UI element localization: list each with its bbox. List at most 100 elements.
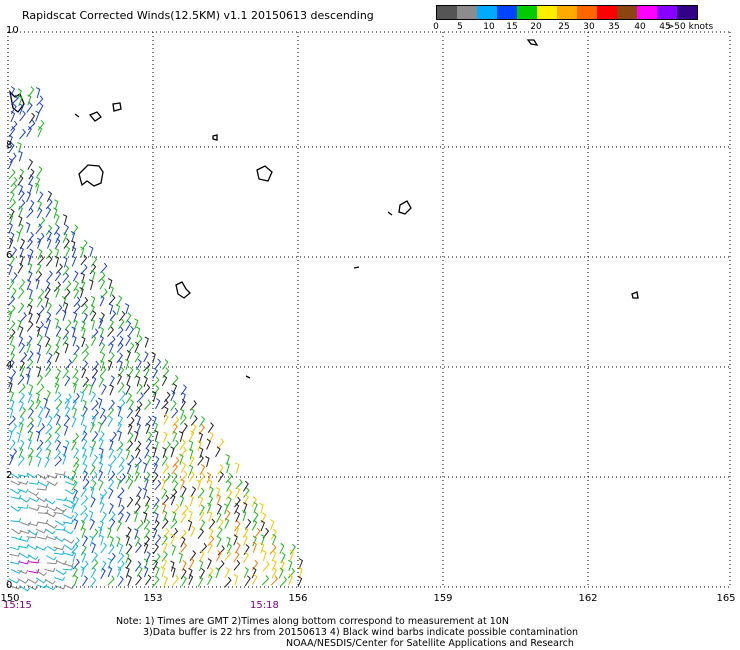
- wind-barb: [108, 294, 116, 305]
- wind-barb: [62, 519, 74, 525]
- wind-barb: [181, 485, 187, 497]
- wind-barb: [43, 397, 48, 409]
- wind-barb: [54, 213, 60, 225]
- wind-barb: [36, 296, 43, 308]
- island-outlines: [8, 39, 639, 379]
- wind-barb: [117, 430, 122, 442]
- wind-barb: [36, 485, 48, 491]
- wind-barb: [251, 519, 258, 531]
- wind-barb: [146, 454, 152, 466]
- wind-barb: [126, 373, 131, 385]
- wind-barb: [233, 559, 241, 571]
- wind-barb: [136, 519, 144, 531]
- wind-barb: [26, 191, 32, 203]
- wind-barb: [37, 406, 44, 417]
- wind-barb: [178, 431, 184, 443]
- wind-barb: [99, 278, 106, 290]
- wind-barb: [99, 366, 107, 377]
- wind-barb: [134, 351, 141, 363]
- wind-barb: [80, 566, 85, 578]
- wind-barb: [117, 405, 122, 417]
- wind-barb: [62, 453, 67, 465]
- wind-barb: [17, 288, 25, 299]
- wind-barb: [55, 351, 60, 363]
- legend-swatch: [557, 6, 577, 19]
- wind-barb: [179, 495, 185, 507]
- wind-barb: [63, 544, 75, 551]
- wind-barb: [226, 480, 232, 492]
- wind-barb: [136, 392, 144, 403]
- legend-swatch: [657, 6, 677, 19]
- wind-barb: [224, 576, 232, 588]
- wind-barb: [64, 498, 76, 504]
- wind-barb: [27, 521, 39, 527]
- wind-barb: [134, 560, 142, 572]
- wind-barb: [18, 335, 24, 347]
- wind-barb: [26, 342, 31, 354]
- wind-barb: [8, 454, 14, 466]
- legend-swatch: [577, 6, 597, 19]
- wind-barb: [35, 392, 40, 404]
- wind-barb: [125, 472, 132, 484]
- wind-barb: [63, 584, 75, 590]
- wind-barb: [44, 280, 51, 292]
- wind-barb: [18, 400, 24, 412]
- wind-barb: [65, 358, 73, 370]
- lon-label-159: 159: [433, 593, 453, 604]
- wind-barb: [99, 534, 104, 546]
- lat-lon-grid: [7, 31, 731, 588]
- lat-label-4: 4: [6, 360, 13, 371]
- wind-barb: [188, 510, 193, 522]
- wind-barb: [271, 550, 277, 562]
- wind-barb: [55, 569, 67, 576]
- wind-barb: [37, 232, 45, 244]
- wind-barb: [35, 312, 41, 324]
- wind-barb: [101, 383, 107, 395]
- note-line-2: 3)Data buffer is 22 hrs from 20150613 4)…: [143, 627, 579, 638]
- wind-barb: [170, 494, 176, 506]
- time-label-start: 15:15: [3, 600, 32, 611]
- wind-barb: [44, 456, 50, 468]
- wind-barb: [62, 214, 68, 226]
- wind-barb: [28, 506, 40, 512]
- wind-barb: [151, 352, 156, 364]
- wind-barb: [134, 341, 140, 353]
- lon-label-153: 153: [143, 593, 163, 604]
- wind-barb: [142, 487, 148, 499]
- wind-barb: [117, 496, 122, 508]
- wind-barb: [64, 481, 76, 486]
- wind-barb: [8, 328, 16, 340]
- wind-barb: [170, 560, 175, 572]
- wind-barb: [37, 305, 45, 316]
- wind-barb: [16, 231, 21, 243]
- legend-swatch: [537, 6, 557, 19]
- wind-barb: [117, 487, 125, 498]
- wind-barb: [155, 398, 161, 410]
- wind-barb: [244, 575, 251, 587]
- wind-barb: [207, 422, 214, 433]
- lon-label-156: 156: [288, 593, 308, 604]
- wind-barb: [144, 447, 150, 459]
- legend-label: 40: [634, 22, 646, 32]
- wind-barb: [18, 184, 24, 196]
- wind-barb: [181, 504, 189, 516]
- wind-barb: [89, 486, 95, 498]
- wind-barb: [118, 543, 124, 555]
- legend-label: 25: [558, 22, 570, 32]
- wind-barb: [55, 304, 63, 315]
- wind-barb: [19, 325, 24, 337]
- legend-swatch: [497, 6, 517, 19]
- wind-barb: [19, 128, 26, 140]
- wind-barb: [54, 576, 66, 582]
- wind-barb: [27, 544, 39, 551]
- wind-barb: [37, 519, 49, 525]
- wind-barb: [65, 245, 71, 258]
- wind-barb: [80, 264, 88, 275]
- wind-barb: [100, 262, 108, 274]
- wind-barb: [89, 445, 94, 457]
- wind-barb: [46, 522, 58, 529]
- wind-barb: [152, 576, 160, 587]
- wind-barb: [288, 573, 293, 586]
- wind-barb: [288, 559, 293, 571]
- wind-barb: [11, 528, 22, 535]
